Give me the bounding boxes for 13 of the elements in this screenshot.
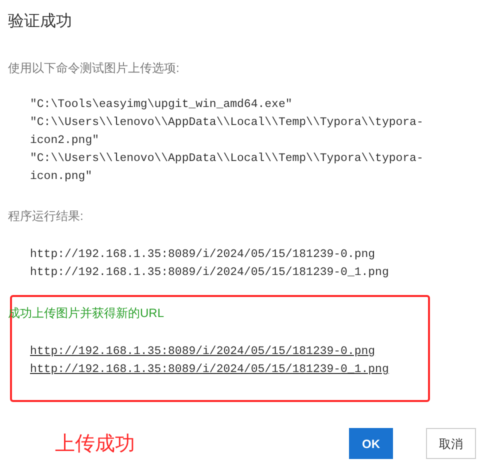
annotation-text: 上传成功 (55, 432, 135, 456)
result-line: http://192.168.1.35:8089/i/2024/05/15/181239-0.png (30, 247, 376, 263)
test-label: 使用以下命令测试图片上传选项: (8, 60, 180, 76)
command-line: "C:\\Users\\lenovo\\AppData\\Local\\Temp\\Typora\\typora-icon.png" (30, 151, 424, 185)
url-link[interactable]: http://192.168.1.35:8089/i/2024/05/15/181239-0_1.png (30, 361, 389, 379)
command-line: "C:\\Users\\lenovo\\AppData\\Local\\Temp\\Typora\\typora-icon2.png" (30, 115, 424, 149)
cancel-button[interactable]: 取消 (426, 428, 476, 459)
result-line: http://192.168.1.35:8089/i/2024/05/15/181239-0_1.png (30, 265, 389, 281)
ok-button[interactable]: OK (349, 428, 393, 459)
command-line: "C:\Tools\easyimg\upgit_win_amd64.exe" (30, 97, 294, 113)
url-link[interactable]: http://192.168.1.35:8089/i/2024/05/15/181239-0.png (30, 343, 376, 361)
result-label: 程序运行结果: (8, 208, 84, 224)
dialog-title: 验证成功 (8, 12, 72, 32)
